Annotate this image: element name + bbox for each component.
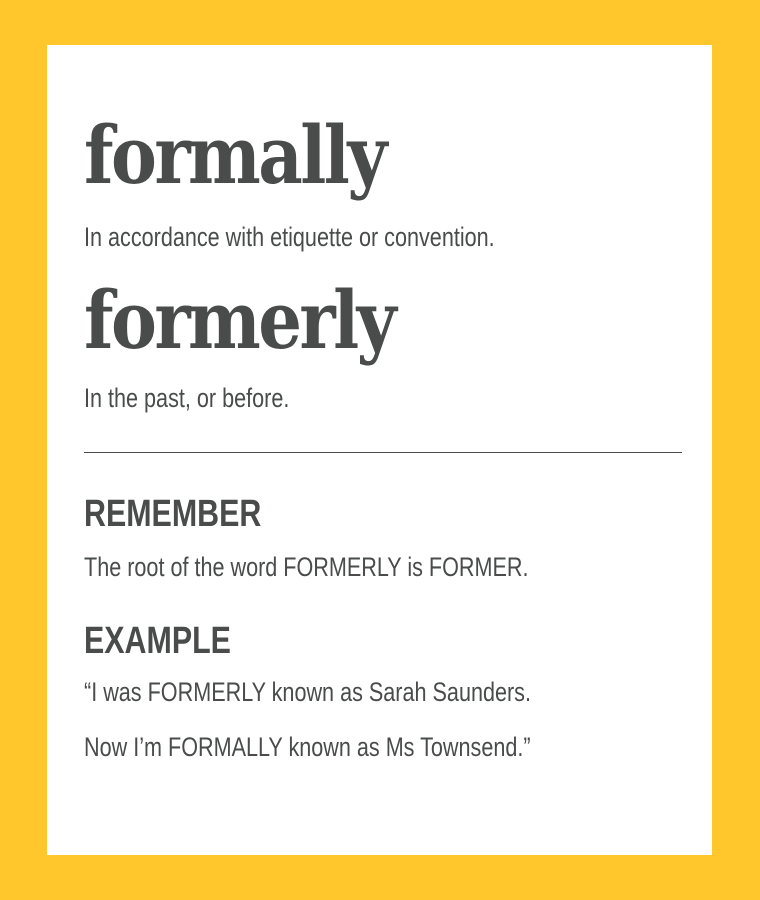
example-line-2: Now I’m FORMALLY known as Ms Townsend.” bbox=[84, 732, 531, 762]
section-divider bbox=[84, 452, 682, 453]
remember-heading: REMEMBER bbox=[84, 493, 262, 535]
content-card: formally In accordance with etiquette or… bbox=[47, 45, 712, 855]
example-line-1: “I was FORMERLY known as Sarah Saunders. bbox=[84, 677, 531, 707]
word-formerly: formerly bbox=[84, 273, 397, 367]
example-heading: EXAMPLE bbox=[84, 620, 231, 662]
definition-formally: In accordance with etiquette or conventi… bbox=[84, 222, 495, 252]
word-formally: formally bbox=[84, 108, 387, 202]
remember-text: The root of the word FORMERLY is FORMER. bbox=[84, 552, 529, 582]
definition-formerly: In the past, or before. bbox=[84, 383, 290, 413]
